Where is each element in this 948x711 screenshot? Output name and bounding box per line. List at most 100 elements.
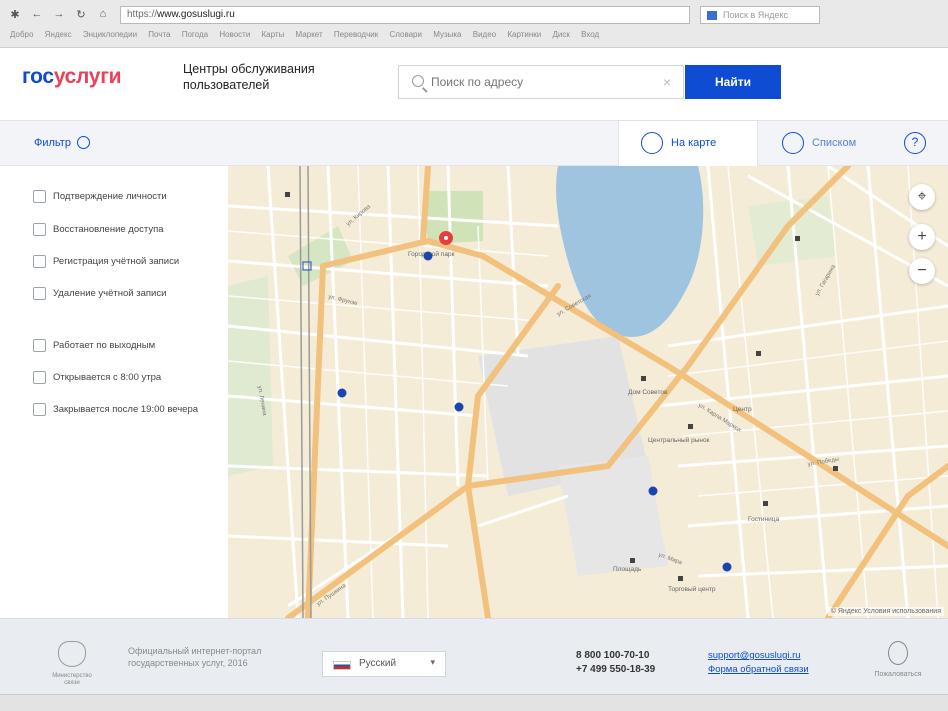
- bookmark-item[interactable]: Яндекс: [45, 30, 72, 39]
- language-select[interactable]: Русский ▾: [322, 651, 446, 677]
- poi-icon: [285, 192, 290, 197]
- address-bar[interactable]: https://www.gosuslugi.ru: [120, 6, 690, 24]
- checkbox-box[interactable]: [33, 403, 46, 416]
- industrial-area: [558, 456, 668, 576]
- filter-label: Фильтр: [34, 137, 71, 149]
- checkbox-box[interactable]: [33, 339, 46, 352]
- bookmark-item[interactable]: Вход: [581, 30, 599, 39]
- place-label: Торговый центр: [668, 585, 716, 593]
- filter-checkbox[interactable]: Закрывается после 19:00 вечера: [33, 403, 213, 416]
- checkbox-box[interactable]: [33, 371, 46, 384]
- bookmark-item[interactable]: Словари: [389, 30, 422, 39]
- support-email-link[interactable]: support@gosuslugi.ru: [708, 649, 809, 663]
- gosuslugi-logo[interactable]: госуслуги: [22, 65, 122, 89]
- map-canvas[interactable]: ул. Фрунзе ул. Советская ул. Пушкина ул.…: [228, 166, 948, 618]
- office-marker: [423, 251, 433, 261]
- forward-icon[interactable]: →: [52, 8, 66, 21]
- footer-links: support@gosuslugi.ru Форма обратной связ…: [708, 649, 809, 677]
- map-view[interactable]: ул. Фрунзе ул. Советская ул. Пушкина ул.…: [228, 166, 948, 618]
- checkbox-box[interactable]: [33, 287, 46, 300]
- browser-nav-buttons: ✱ ← → ↻ ⌂: [8, 8, 110, 21]
- find-button[interactable]: Найти: [685, 65, 781, 99]
- filter-label-text: Работает по выходным: [53, 340, 156, 351]
- place-label: Центральный рынок: [648, 436, 710, 444]
- poi-icon: [833, 466, 838, 471]
- footer-description: Официальный интернет-портал государствен…: [128, 646, 262, 668]
- feedback-form-link[interactable]: Форма обратной связи: [708, 663, 809, 677]
- selected-marker-dot: [444, 236, 448, 240]
- bookmark-item[interactable]: Диск: [552, 30, 569, 39]
- bookmark-item[interactable]: Карты: [262, 30, 285, 39]
- map-pin-icon: [641, 132, 663, 154]
- logo-part-uslugi: услуги: [53, 65, 122, 88]
- phone-2[interactable]: +7 499 550-18-39: [576, 663, 655, 677]
- page-root: ✱ ← → ↻ ⌂ https://www.gosuslugi.ru Поиск…: [0, 0, 948, 711]
- tab-map-label: На карте: [671, 137, 717, 149]
- zoom-out-button[interactable]: −: [909, 258, 935, 284]
- logo-part-gos: гос: [22, 65, 54, 88]
- bookmark-item[interactable]: Погода: [182, 30, 208, 39]
- place-label: Площадь: [613, 566, 642, 573]
- filter-checkbox[interactable]: Работает по выходным: [33, 339, 213, 352]
- bookmark-item[interactable]: Энциклопедии: [83, 30, 137, 39]
- place-label: Гостиница: [748, 516, 780, 523]
- site-header: госуслуги Центры обслуживания пользовате…: [0, 49, 948, 121]
- poi-icon: [688, 424, 693, 429]
- site-footer: Министерство связи Официальный интернет-…: [0, 618, 948, 694]
- bookmark-item[interactable]: Новости: [219, 30, 250, 39]
- place-label: Дом Советов: [628, 389, 668, 396]
- map-attribution[interactable]: © Яндекс Условия использования: [827, 607, 944, 616]
- browser-search-input[interactable]: Поиск в Яндекс: [700, 6, 820, 24]
- emblem-icon: [58, 641, 86, 667]
- tab-list[interactable]: Списком: [760, 121, 900, 166]
- phone-numbers: 8 800 100-70-10 +7 499 550-18-39: [576, 649, 655, 677]
- filter-label-text: Удаление учётной записи: [53, 288, 167, 299]
- home-icon[interactable]: ✱: [8, 8, 22, 21]
- checkbox-box[interactable]: [33, 223, 46, 236]
- filter-label-text: Закрывается после 19:00 вечера: [53, 404, 199, 415]
- bookmark-item[interactable]: Почта: [148, 30, 170, 39]
- list-icon: [782, 132, 804, 154]
- bookmark-item[interactable]: Картинки: [507, 30, 541, 39]
- locate-icon[interactable]: ⌖: [909, 184, 935, 210]
- filter-checkbox[interactable]: Подтверждение личности: [33, 190, 213, 203]
- filter-label-text: Регистрация учётной записи: [53, 256, 180, 267]
- office-marker: [648, 486, 658, 496]
- search-icon: [412, 75, 424, 87]
- filter-icon: [77, 136, 91, 149]
- bookmark-item[interactable]: Маркет: [296, 30, 323, 39]
- filter-toggle[interactable]: Фильтр: [34, 136, 91, 149]
- office-marker: [454, 402, 464, 412]
- bookmarks-bar: Добро Яндекс Энциклопедии Почта Погода Н…: [10, 30, 940, 44]
- filter-checkbox[interactable]: Восстановление доступа: [33, 223, 213, 236]
- filter-checkbox[interactable]: Регистрация учётной записи: [33, 255, 213, 268]
- complaint-caption[interactable]: Пожаловаться: [868, 671, 928, 678]
- filter-label-text: Подтверждение личности: [53, 191, 167, 202]
- bookmark-item[interactable]: Переводчик: [334, 30, 378, 39]
- help-button[interactable]: ?: [904, 132, 926, 154]
- address-host: www.gosuslugi.ru: [157, 9, 235, 20]
- bookmark-item[interactable]: Музыка: [433, 30, 461, 39]
- view-toolbar: Фильтр На карте Списком ?: [0, 121, 948, 166]
- filter-checkbox[interactable]: Удаление учётной записи: [33, 287, 213, 300]
- bookmark-item[interactable]: Добро: [10, 30, 33, 39]
- address-search-input[interactable]: [431, 66, 641, 98]
- checkbox-box[interactable]: [33, 190, 46, 203]
- back-icon[interactable]: ←: [30, 8, 44, 21]
- checkbox-box[interactable]: [33, 255, 46, 268]
- place-label: Центр: [733, 406, 752, 413]
- bookmark-item[interactable]: Видео: [473, 30, 496, 39]
- tab-map[interactable]: На карте: [618, 121, 758, 166]
- filter-checkbox[interactable]: Открывается с 8:00 утра: [33, 371, 213, 384]
- browser-toolbar: ✱ ← → ↻ ⌂ https://www.gosuslugi.ru Поиск…: [0, 0, 948, 48]
- filter-label-text: Открывается с 8:00 утра: [53, 372, 162, 383]
- zoom-in-button[interactable]: +: [909, 224, 935, 250]
- clear-icon[interactable]: ×: [663, 74, 671, 90]
- house-icon[interactable]: ⌂: [96, 8, 110, 21]
- office-marker: [722, 562, 732, 572]
- complaint-icon[interactable]: [888, 641, 908, 665]
- reload-icon[interactable]: ↻: [74, 8, 88, 21]
- browser-status-bar: [0, 694, 948, 711]
- poi-icon: [678, 576, 683, 581]
- phone-1[interactable]: 8 800 100-70-10: [576, 649, 655, 663]
